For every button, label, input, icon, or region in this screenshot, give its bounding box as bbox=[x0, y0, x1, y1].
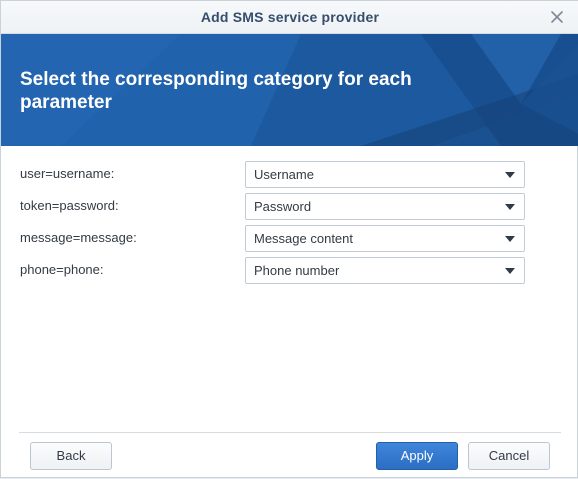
chevron-down-icon bbox=[505, 268, 515, 274]
category-select-phone[interactable]: Phone number bbox=[245, 257, 525, 284]
category-select-value: Message content bbox=[254, 231, 354, 246]
page-heading: Select the corresponding category for ea… bbox=[20, 69, 412, 113]
category-select-value: Username bbox=[254, 167, 314, 182]
close-icon[interactable] bbox=[549, 9, 565, 25]
category-select-value: Phone number bbox=[254, 263, 340, 278]
dialog-title: Add SMS service provider bbox=[200, 9, 380, 25]
parameter-label: user=username: bbox=[20, 166, 115, 181]
parameter-label: token=password: bbox=[20, 198, 119, 213]
parameter-label: phone=phone: bbox=[20, 262, 104, 277]
category-select-token[interactable]: Password bbox=[245, 193, 525, 220]
category-select-user[interactable]: Username bbox=[245, 161, 525, 188]
dialog: Add SMS service provider Select the corr… bbox=[0, 0, 578, 478]
parameter-row-phone: phone=phone: Phone number bbox=[1, 256, 578, 284]
category-select-message[interactable]: Message content bbox=[245, 225, 525, 252]
footer-divider bbox=[19, 432, 561, 433]
dialog-footer: Back Apply Cancel bbox=[1, 432, 578, 479]
back-button[interactable]: Back bbox=[30, 442, 112, 470]
apply-button[interactable]: Apply bbox=[376, 442, 458, 470]
chevron-down-icon bbox=[505, 236, 515, 242]
parameter-label: message=message: bbox=[20, 230, 137, 245]
category-select-value: Password bbox=[254, 199, 312, 214]
parameter-row-user: user=username: Username bbox=[1, 160, 578, 188]
header-banner: Select the corresponding category for ea… bbox=[1, 34, 578, 146]
chevron-down-icon bbox=[505, 204, 515, 210]
dialog-titlebar: Add SMS service provider bbox=[1, 1, 578, 34]
parameter-row-message: message=message: Message content bbox=[1, 224, 578, 252]
chevron-down-icon bbox=[505, 172, 515, 178]
cancel-button[interactable]: Cancel bbox=[468, 442, 550, 470]
parameter-row-token: token=password: Password bbox=[1, 192, 578, 220]
